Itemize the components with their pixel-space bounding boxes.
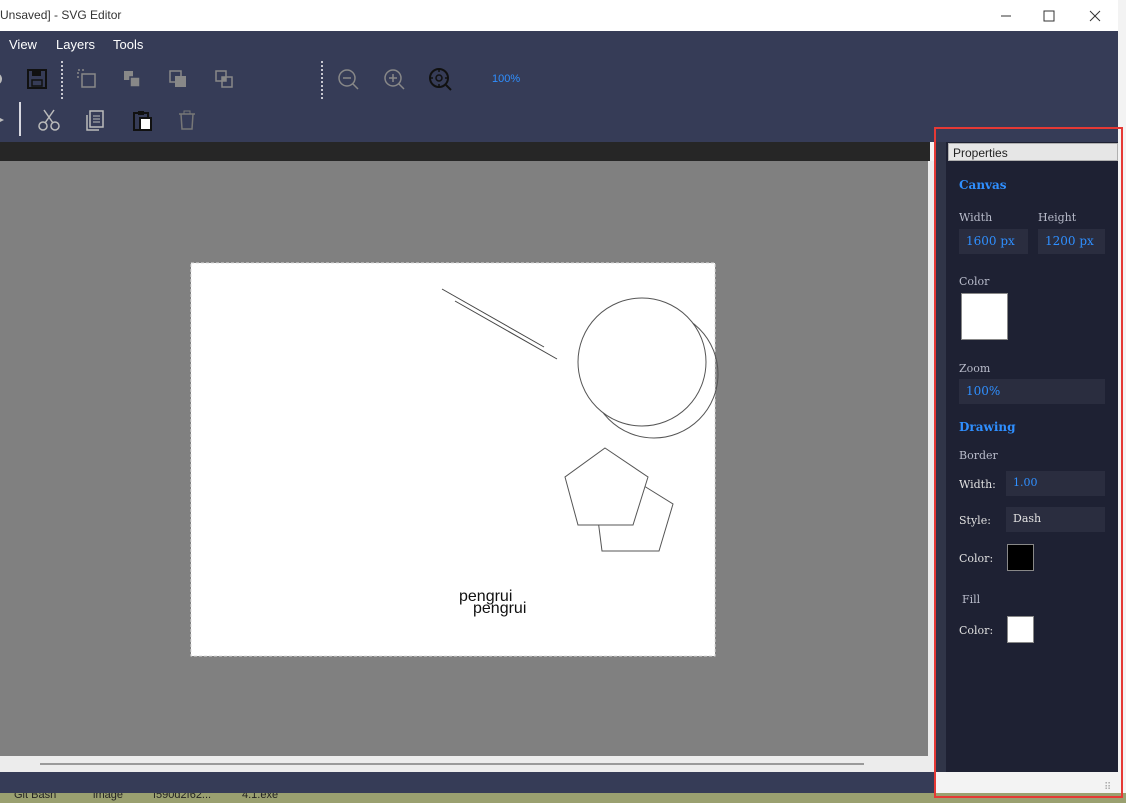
toolbar-separator bbox=[61, 61, 63, 99]
zoom-fit-button[interactable] bbox=[428, 67, 452, 91]
zoom-in-icon bbox=[384, 69, 405, 90]
paste-button[interactable] bbox=[130, 108, 154, 132]
toolbar-separator bbox=[19, 102, 21, 136]
maximize-button[interactable] bbox=[1026, 0, 1072, 31]
save-icon bbox=[27, 69, 47, 89]
cut-icon bbox=[38, 109, 60, 131]
zoom-out-icon bbox=[338, 69, 359, 90]
open-button[interactable] bbox=[0, 67, 14, 91]
open-icon bbox=[0, 74, 2, 84]
scrollbar-track[interactable] bbox=[40, 763, 864, 765]
send-backward-icon bbox=[215, 70, 233, 88]
zoom-in-button[interactable] bbox=[382, 67, 406, 91]
bring-to-front-button[interactable] bbox=[166, 67, 190, 91]
bring-to-front-icon bbox=[169, 70, 186, 87]
undo-button[interactable] bbox=[0, 108, 12, 132]
maximize-icon bbox=[1043, 10, 1055, 21]
bring-forward-button[interactable] bbox=[120, 67, 144, 91]
menu-view[interactable]: View bbox=[9, 37, 37, 52]
canvas-text[interactable]: pengrui bbox=[473, 600, 526, 617]
highlight-box bbox=[934, 127, 1123, 798]
group-button[interactable] bbox=[75, 67, 99, 91]
toolbar-separator bbox=[321, 61, 323, 99]
send-backward-button[interactable] bbox=[212, 67, 236, 91]
bring-forward-icon bbox=[124, 71, 141, 88]
zoom-level: 100% bbox=[492, 73, 521, 85]
canvas-workspace[interactable]: pengrui pengrui bbox=[0, 161, 928, 756]
status-bar bbox=[0, 772, 936, 793]
cut-button[interactable] bbox=[37, 108, 61, 132]
zoom-out-button[interactable] bbox=[336, 67, 360, 91]
taskbar-item[interactable]: image bbox=[93, 793, 123, 801]
copy-icon bbox=[86, 110, 104, 131]
menu-layers[interactable]: Layers bbox=[56, 37, 95, 52]
menu-bar: View Layers Tools bbox=[0, 31, 1118, 58]
circle-shape[interactable] bbox=[577, 297, 707, 427]
delete-button[interactable] bbox=[175, 108, 199, 132]
minimize-button[interactable] bbox=[983, 0, 1029, 31]
menu-tools[interactable]: Tools bbox=[113, 37, 143, 52]
group-icon bbox=[77, 69, 96, 88]
taskbar-item[interactable]: 4.1.exe bbox=[242, 793, 278, 801]
window-title: Unsaved] - SVG Editor bbox=[0, 8, 122, 22]
minimize-icon bbox=[1001, 15, 1011, 16]
save-button[interactable] bbox=[25, 67, 49, 91]
close-icon bbox=[1089, 10, 1101, 21]
taskbar-item[interactable]: Git Bash bbox=[14, 793, 56, 801]
trash-icon bbox=[179, 110, 195, 130]
close-button[interactable] bbox=[1072, 0, 1118, 31]
taskbar-item[interactable]: f590d2f62... bbox=[153, 793, 211, 801]
undo-icon bbox=[0, 118, 4, 122]
drawing-layer: pengrui pengrui bbox=[190, 262, 719, 657]
copy-button[interactable] bbox=[83, 108, 107, 132]
title-bar: Unsaved] - SVG Editor bbox=[0, 0, 1118, 32]
canvas-ruler-strip bbox=[0, 142, 930, 161]
paste-icon bbox=[133, 111, 152, 131]
zoom-fit-icon bbox=[429, 68, 452, 91]
horizontal-scrollbar[interactable] bbox=[0, 756, 928, 772]
